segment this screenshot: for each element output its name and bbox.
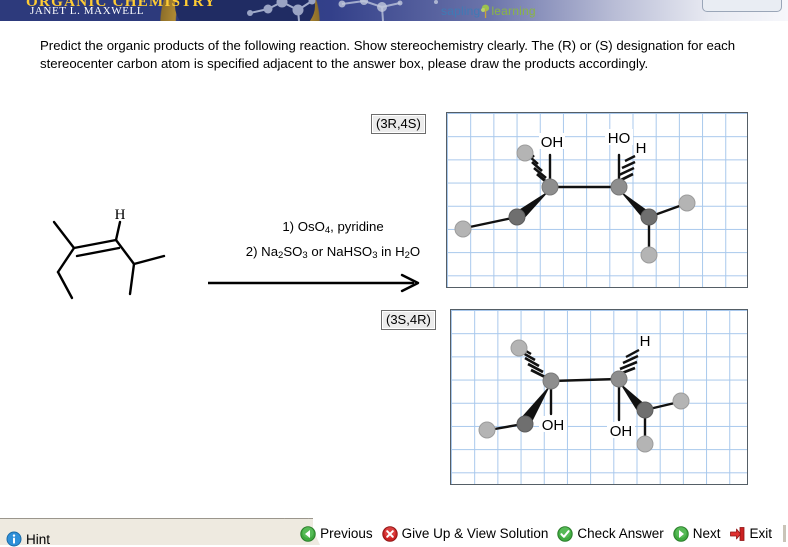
answer-box-3s4r[interactable]: OH OH H xyxy=(450,309,748,485)
diol-product-3S4R-structure: OH OH H xyxy=(478,333,690,453)
stereo-label-3s4r: (3S,4R) xyxy=(381,310,436,330)
diol-product-3R4S-structure: OH HO H xyxy=(454,129,696,264)
reaction-scheme: H 1) OsO4, pyridine 2) Na2SO3 or NaHSO3 … xyxy=(28,200,438,310)
logo-text-learning: learning xyxy=(491,4,536,18)
next-arrow-icon xyxy=(673,525,689,542)
give-up-button[interactable]: Give Up & View Solution xyxy=(381,525,549,542)
bottom-toolbar: Hint Previous Give Up & View Solution Ch… xyxy=(0,518,788,547)
oh-label-c4: OH xyxy=(610,423,633,440)
reagent-conditions: 1) OsO4, pyridine 2) Na2SO3 or NaHSO3 in… xyxy=(218,216,448,266)
stereo-label-3r4s: (3R,4S) xyxy=(371,114,426,134)
h-label-c4: H xyxy=(640,333,651,350)
reagent-line-2: 2) Na2SO3 or NaHSO3 in H2O xyxy=(245,244,421,261)
question-text: Predict the organic products of the foll… xyxy=(40,38,736,71)
oh-label-c3: OH xyxy=(542,417,565,434)
previous-button[interactable]: Previous xyxy=(300,525,373,542)
h-label-c4: H xyxy=(636,140,647,157)
oh-label-c3: OH xyxy=(541,134,564,151)
previous-arrow-icon xyxy=(300,525,316,542)
starting-material-h-label: H xyxy=(115,207,126,223)
give-up-x-icon xyxy=(381,525,398,542)
sapling-learning-logo: sapling learning xyxy=(441,2,536,19)
next-button[interactable]: Next xyxy=(673,525,721,542)
give-up-label: Give Up & View Solution xyxy=(401,526,549,541)
check-answer-button[interactable]: Check Answer xyxy=(557,525,664,542)
course-author: JANET L. MAXWELL xyxy=(30,5,145,17)
molecule-decoration-icon xyxy=(247,0,438,21)
exit-label: Exit xyxy=(749,526,772,541)
toolbar-divider xyxy=(783,525,786,542)
answer-box-3r4s[interactable]: OH HO H xyxy=(446,112,748,288)
reagent-line-1: 1) OsO4, pyridine xyxy=(282,219,384,236)
ho-label-c4: HO xyxy=(608,130,631,147)
app-header: ORGANIC CHEMISTRY JANET L. MAXWELL sapli… xyxy=(0,0,788,21)
previous-label: Previous xyxy=(320,526,373,541)
tree-icon xyxy=(481,4,490,18)
nav-button-group: Previous Give Up & View Solution Check A… xyxy=(300,525,786,542)
starting-material-structure: H xyxy=(52,207,166,300)
exit-button[interactable]: Exit xyxy=(729,525,772,542)
top-right-button[interactable] xyxy=(702,0,782,12)
check-answer-label: Check Answer xyxy=(577,526,664,541)
reaction-arrow-icon xyxy=(208,273,420,293)
logo-text-sapling: sapling xyxy=(441,4,481,18)
check-answer-icon xyxy=(557,525,574,542)
exit-arrow-icon xyxy=(730,526,745,541)
next-label: Next xyxy=(692,526,721,541)
hint-label: Hint xyxy=(26,531,51,547)
